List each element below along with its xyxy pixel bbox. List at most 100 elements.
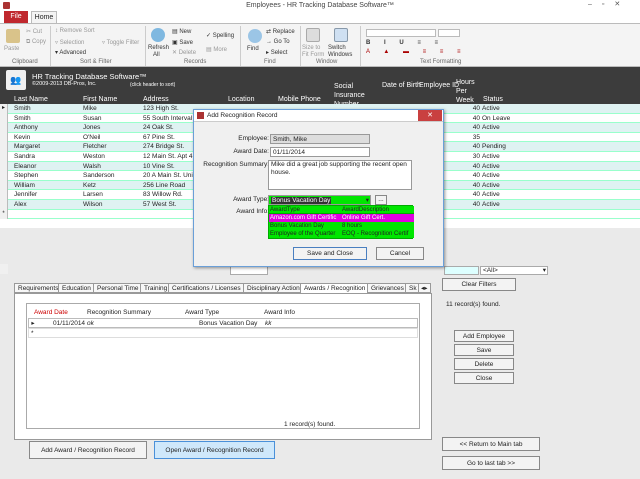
tab-requirements[interactable]: Requirements (14, 283, 63, 293)
cell-last[interactable]: Anthony (14, 123, 72, 132)
replace-button[interactable]: ⇄ Replace (266, 28, 295, 35)
row-selector[interactable] (0, 113, 8, 124)
cell-last[interactable]: Stephen (14, 171, 72, 180)
find-icon[interactable] (248, 29, 262, 43)
cell-first[interactable]: Ketz (83, 181, 141, 190)
cell-last[interactable]: Alex (14, 200, 72, 209)
cell-first[interactable]: Weston (83, 152, 141, 161)
cell-hours[interactable]: 40 (464, 162, 480, 171)
col-last-name[interactable]: Last Name (14, 96, 48, 103)
dropdown-option[interactable]: Employee of the Quarter EOQ - Recognition… (269, 230, 414, 238)
filter-status[interactable]: <All> ▾ (480, 266, 548, 275)
row-selector[interactable] (0, 123, 8, 133)
add-employee-button[interactable]: Add Employee (454, 330, 514, 342)
filter-location[interactable] (230, 266, 268, 275)
size-to-fit-icon[interactable] (306, 28, 320, 42)
cell-status[interactable]: Active (482, 200, 500, 209)
select-button[interactable]: ▸ Select (266, 49, 287, 56)
cell-first[interactable]: Sanderson (83, 171, 141, 180)
cell-status[interactable]: Active (482, 152, 500, 161)
award-row[interactable]: ▸ 01/11/2014 ok Bonus Vacation Day kk (28, 318, 418, 328)
selection-button[interactable]: ▿ Selection (55, 39, 84, 46)
cell-last[interactable]: Eleanor (14, 162, 72, 171)
font-size-select[interactable] (438, 29, 460, 37)
goto-button[interactable]: → Go To (266, 39, 290, 45)
cell-hours[interactable]: 30 (464, 152, 480, 161)
toggle-filter-button[interactable]: ▿ Toggle Filter (102, 39, 139, 46)
row-selector[interactable] (0, 190, 8, 200)
row-selector[interactable]: ▸ (0, 104, 8, 114)
cell-first[interactable]: Walsh (83, 162, 141, 171)
col-employee-id[interactable]: Employee ID (419, 82, 459, 89)
remove-sort-button[interactable]: ↕ Remove Sort (55, 28, 95, 34)
close-button[interactable]: Close (454, 372, 514, 384)
cell-first[interactable]: Larsen (83, 190, 141, 199)
row-selector[interactable] (0, 161, 8, 172)
cell-hours[interactable]: 40 (464, 171, 480, 180)
add-award-button[interactable]: Add Award / Recognition Record (29, 441, 147, 459)
advanced-button[interactable]: ▾ Advanced (55, 49, 86, 56)
filter-hours[interactable] (444, 266, 479, 275)
file-tab[interactable]: File (4, 11, 28, 23)
cell-status[interactable]: Active (482, 181, 500, 190)
refresh-button[interactable]: Refresh (148, 45, 169, 51)
size-to-fit-button[interactable]: Size to Fit Form (302, 45, 326, 59)
new-row-selector[interactable]: * (0, 209, 8, 220)
switch-windows-button[interactable]: Switch Windows (328, 45, 358, 59)
col-mobile[interactable]: Mobile Phone (278, 96, 321, 103)
col-address[interactable]: Address (143, 96, 169, 103)
dialog-close-icon[interactable]: ✕ (418, 110, 442, 121)
dropdown-option[interactable]: Amazon.com Gift Certific Online Gift Cert… (269, 214, 414, 222)
cell-hours[interactable]: 35 (464, 133, 480, 142)
col-dob[interactable]: Date of Birth (382, 82, 421, 89)
tab-personal-time[interactable]: Personal Time (93, 283, 143, 293)
cell-last[interactable]: Smith (14, 114, 72, 123)
tab-grievances[interactable]: Grievances (367, 283, 408, 293)
cell-status[interactable]: Active (482, 104, 500, 113)
spelling-button[interactable]: ✓ Spelling (206, 32, 234, 39)
summary-field[interactable]: Mike did a great job supporting the rece… (268, 160, 412, 190)
row-selector[interactable] (0, 180, 8, 191)
row-selector[interactable] (0, 132, 8, 143)
cell-first[interactable]: Mike (83, 104, 141, 113)
cell-hours[interactable]: 40 (464, 123, 480, 132)
delete-button[interactable]: Delete (454, 358, 514, 370)
tab-education[interactable]: Education (58, 283, 95, 293)
paste-button[interactable]: Paste (4, 46, 19, 52)
cut-button[interactable]: ✂ Cut (26, 28, 42, 35)
cell-status[interactable]: Active (482, 171, 500, 180)
delete-record-button[interactable]: ✕ Delete (172, 49, 196, 56)
dropdown-option[interactable]: Bonus Vacation Day 8 hours (269, 222, 414, 230)
save-record-button[interactable]: ▣ Save (172, 39, 193, 46)
tab-training[interactable]: Training (140, 283, 172, 293)
cancel-button[interactable]: Cancel (376, 247, 424, 260)
return-main-button[interactable]: << Return to Main tab (442, 437, 540, 451)
paste-icon[interactable] (6, 29, 20, 43)
new-record-button[interactable]: ▤ New (172, 28, 191, 35)
save-and-close-button[interactable]: Save and Close (293, 247, 367, 260)
cell-first[interactable]: O'Neil (83, 133, 141, 142)
goto-last-tab-button[interactable]: Go to last tab >> (442, 456, 540, 470)
cell-status[interactable]: Pending (482, 142, 506, 151)
ellipsis-button[interactable]: ... (375, 195, 387, 205)
cell-hours[interactable]: 40 (464, 190, 480, 199)
cell-last[interactable]: Sandra (14, 152, 72, 161)
cell-last[interactable]: Kevin (14, 133, 72, 142)
award-new-row[interactable]: * (28, 328, 418, 338)
col-status[interactable]: Status (483, 96, 503, 103)
more-button[interactable]: ▤ More (206, 46, 227, 53)
col-first-name[interactable]: First Name (83, 96, 117, 103)
color-buttons[interactable]: A ▲ ▬ ≡ ≡ ≡ (366, 49, 466, 55)
row-selector[interactable] (0, 200, 8, 210)
cell-last[interactable]: Margaret (14, 142, 72, 151)
row-selector[interactable] (0, 171, 8, 181)
switch-windows-icon[interactable] (334, 28, 348, 42)
cell-status[interactable]: Active (482, 123, 500, 132)
cell-status[interactable]: Active (482, 190, 500, 199)
cell-hours[interactable]: 40 (464, 181, 480, 190)
cell-first[interactable]: Wilson (83, 200, 141, 209)
save-button[interactable]: Save (454, 344, 514, 356)
tab-disciplinary-action[interactable]: Disciplinary Action (243, 283, 304, 293)
format-buttons[interactable]: B I U ≡ ≡ (366, 40, 444, 46)
cell-hours[interactable]: 40 (464, 114, 480, 123)
